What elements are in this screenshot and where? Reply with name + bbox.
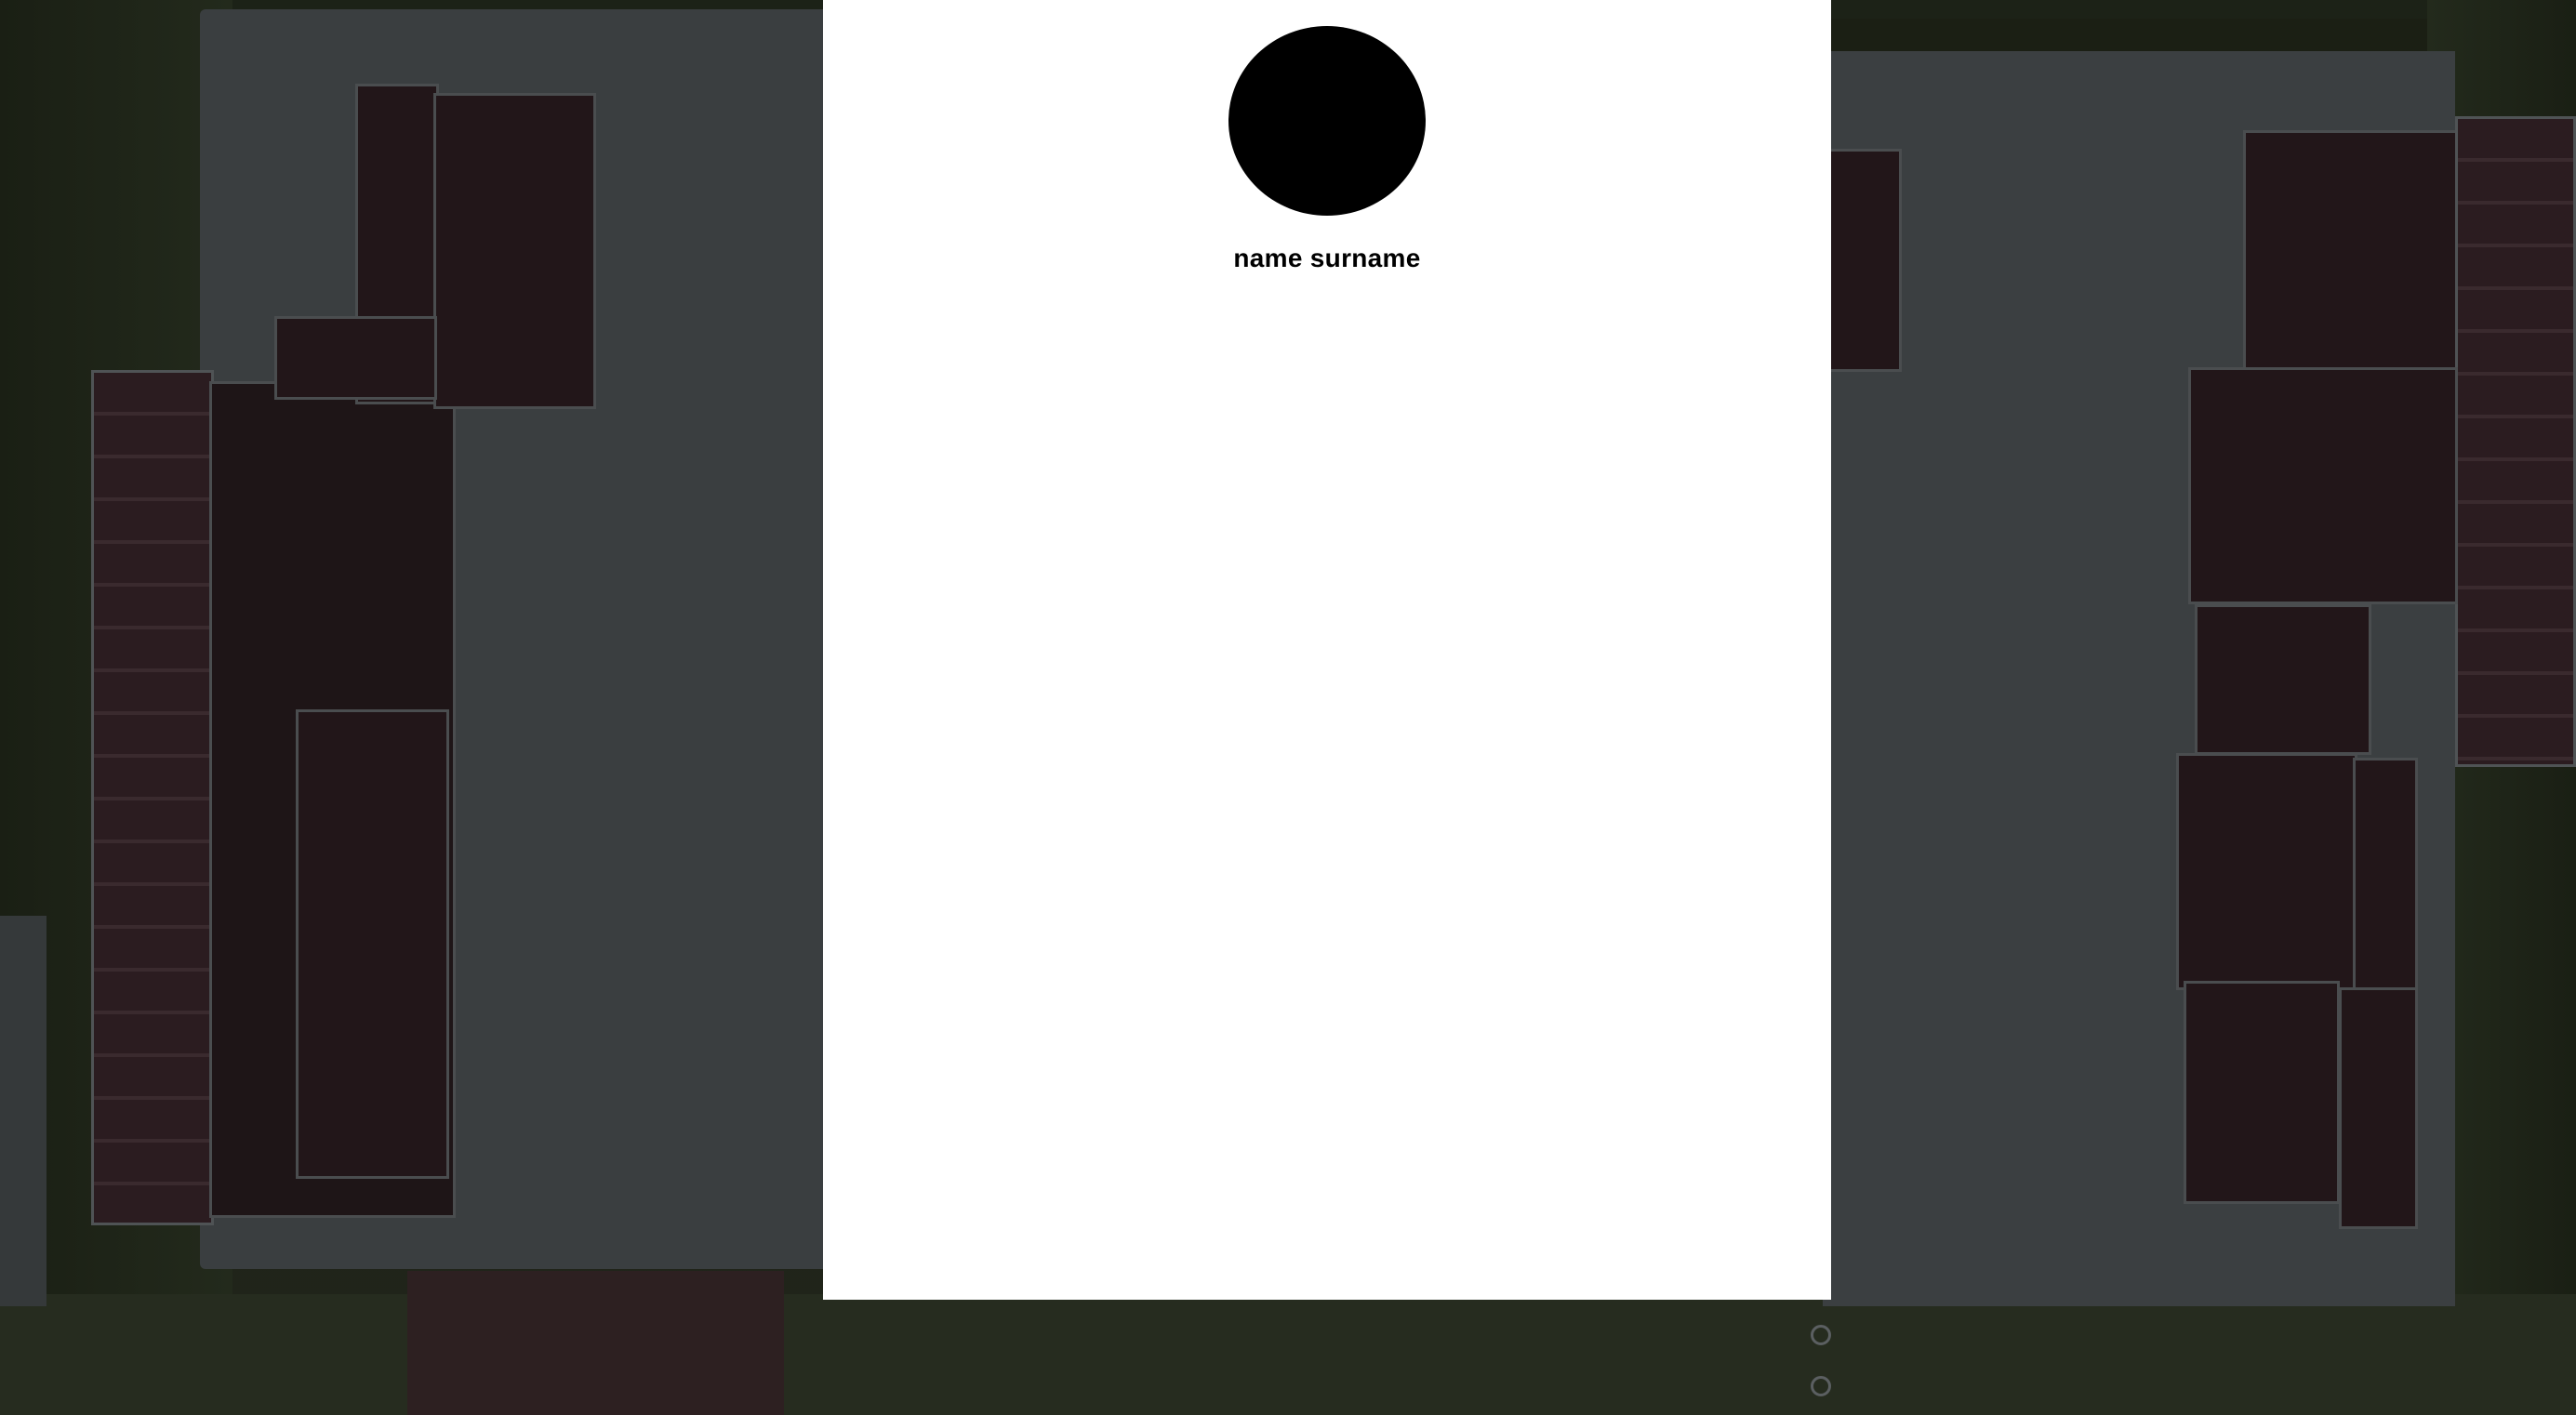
profile-name: name surname (1233, 244, 1421, 272)
background-ramp (2176, 753, 2357, 990)
background-ramp (2339, 987, 2418, 1229)
background-ramp (2195, 604, 2371, 755)
background-slab-far-left (0, 916, 46, 1306)
background-lamp (1811, 1376, 1831, 1396)
background-rail (2455, 116, 2576, 767)
background-court (407, 1271, 784, 1415)
avatar[interactable] (1228, 26, 1426, 216)
background-rail (91, 370, 214, 1225)
background-ramp (296, 709, 449, 1179)
background-ramp (2243, 130, 2459, 381)
background-ramp (2353, 758, 2418, 990)
background-ramp (2188, 367, 2458, 604)
background-ramp (1823, 149, 1902, 372)
background-ramp (433, 93, 596, 409)
background-ramp (2184, 981, 2340, 1204)
profile-panel: name surname (823, 0, 1831, 1300)
background-ramp (274, 316, 437, 400)
background-grass-bottom (0, 1294, 2576, 1415)
background-lamp (1811, 1325, 1831, 1345)
